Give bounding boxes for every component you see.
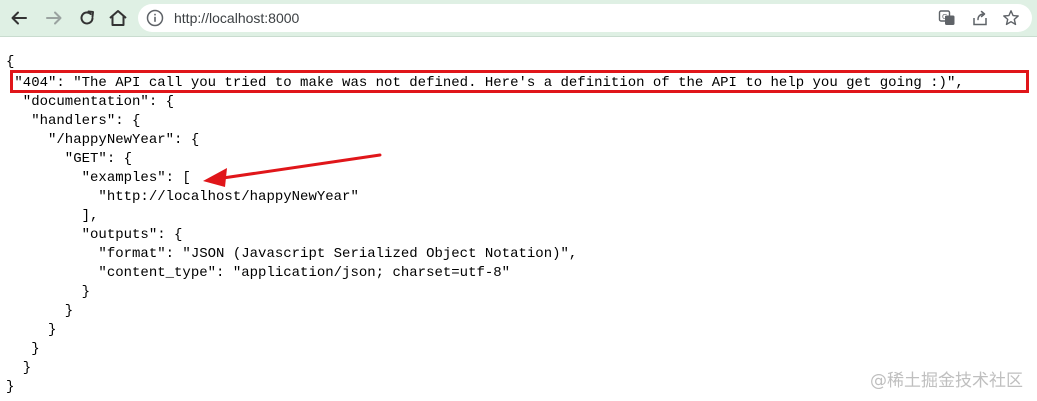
json-line: } <box>6 341 40 357</box>
translate-icon[interactable]: G <box>938 9 956 27</box>
home-icon <box>109 10 127 26</box>
json-line: "examples": [ <box>6 170 191 186</box>
json-line: } <box>6 379 15 395</box>
json-line: } <box>6 322 57 338</box>
url-text[interactable]: http://localhost:8000 <box>174 10 299 26</box>
watermark-text: @稀土掘金技术社区 <box>870 371 1023 391</box>
json-line: ], <box>6 208 99 224</box>
star-bookmark-icon[interactable] <box>1002 9 1020 27</box>
json-line: } <box>6 284 91 300</box>
svg-text:G: G <box>942 13 947 21</box>
annotation-arrow-icon <box>203 153 382 187</box>
json-line: "GET": { <box>6 151 133 167</box>
json-line: "content_type": "application/json; chars… <box>6 265 511 281</box>
json-line: "/happyNewYear": { <box>6 132 200 148</box>
reload-icon <box>80 10 94 25</box>
json-line: "format": "JSON (Javascript Serialized O… <box>6 246 578 262</box>
json-line: } <box>6 303 74 319</box>
forward-arrow-icon <box>46 11 62 25</box>
address-bar[interactable]: http://localhost:8000 G <box>138 4 1032 32</box>
back-arrow-icon <box>11 11 27 25</box>
reload-button[interactable] <box>75 6 99 30</box>
json-line: "documentation": { <box>6 94 175 110</box>
browser-toolbar: http://localhost:8000 G <box>0 0 1037 37</box>
json-line: "404": "The API call you tried to make w… <box>6 75 964 91</box>
info-icon[interactable] <box>146 9 164 27</box>
back-button[interactable] <box>7 6 31 30</box>
forward-button[interactable] <box>42 6 66 30</box>
share-icon[interactable] <box>971 9 989 27</box>
json-line: } <box>6 360 32 376</box>
json-line: "handlers": { <box>6 113 141 129</box>
home-button[interactable] <box>106 6 130 30</box>
json-line: "outputs": { <box>6 227 183 243</box>
json-viewer: { "404": "The API call you tried to make… <box>0 37 1037 401</box>
json-line: { <box>6 54 15 70</box>
